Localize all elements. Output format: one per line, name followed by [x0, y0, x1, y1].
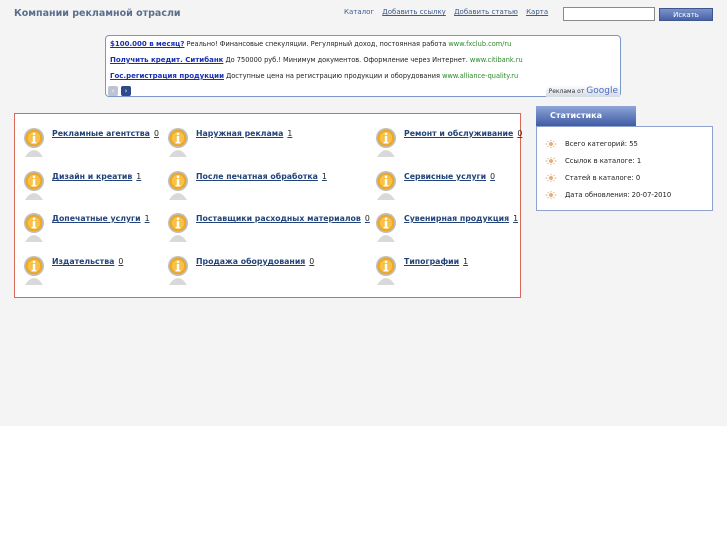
info-icon: [375, 212, 397, 242]
category-label[interactable]: Наружная реклама: [196, 129, 283, 138]
ad-title-link[interactable]: Гос.регистрация продукции: [110, 72, 224, 80]
sun-bullet-icon: [545, 191, 557, 199]
category-label[interactable]: Поставщики расходных материалов: [196, 214, 361, 223]
category-link[interactable]: Рекламные агентства 0: [52, 129, 159, 138]
category-link[interactable]: Сервисные услуги 0: [404, 172, 495, 181]
ad-text: До 750000 руб.! Минимум документов. Офор…: [223, 56, 470, 64]
category-link[interactable]: Сувенирная продукция 1: [404, 214, 518, 223]
info-icon: [167, 255, 189, 285]
stat-text: Ссылок в каталоге: 1: [565, 157, 642, 165]
category-link[interactable]: Наружная реклама 1: [196, 129, 292, 138]
stat-text: Дата обновления: 20-07-2010: [565, 191, 672, 199]
site-title[interactable]: Компании рекламной отрасли: [14, 8, 181, 19]
category-link[interactable]: Издательства 0: [52, 257, 123, 266]
stats-title-tab: Статистика: [536, 106, 636, 126]
category-label[interactable]: Рекламные агентства: [52, 129, 150, 138]
ad-text: Реально! Финансовые спекуляции. Регулярн…: [184, 40, 449, 48]
ad-url-link[interactable]: www.citibank.ru: [470, 56, 523, 64]
info-icon: [167, 127, 189, 157]
sun-bullet-icon: [545, 174, 557, 182]
stat-text: Статей в каталоге: 0: [565, 174, 641, 182]
category-count: 1: [287, 129, 293, 138]
category-link[interactable]: Поставщики расходных материалов 0: [196, 214, 370, 223]
info-icon: [23, 127, 45, 157]
sun-bullet-icon: [545, 140, 557, 148]
category-link[interactable]: Типографии 1: [404, 257, 468, 266]
category-label[interactable]: Допечатные услуги: [52, 214, 141, 223]
info-icon: [23, 212, 45, 242]
category-count: 0: [153, 129, 159, 138]
category-label[interactable]: Продажа оборудования: [196, 257, 305, 266]
ad-prev-arrow-icon[interactable]: ‹: [108, 86, 118, 96]
ad-url-link[interactable]: www.fxclub.com/ru: [448, 40, 511, 48]
info-icon: [375, 127, 397, 157]
stat-row: Статей в каталоге: 0: [545, 174, 640, 182]
category-link[interactable]: Допечатные услуги 1: [52, 214, 150, 223]
ad-block: $100.000 в месяц? Реально! Финансовые сп…: [105, 35, 621, 97]
info-icon: [23, 170, 45, 200]
stat-row: Ссылок в каталоге: 1: [545, 157, 641, 165]
category-link[interactable]: Дизайн и креатив 1: [52, 172, 141, 181]
search-input[interactable]: [563, 7, 655, 21]
ad-item: Получить кредит. Ситибанк До 750000 руб.…: [110, 56, 523, 64]
ad-text: Доступные цена на регистрацию продукции …: [224, 72, 443, 80]
category-count: 1: [136, 172, 142, 181]
info-icon: [375, 255, 397, 285]
category-label[interactable]: Ремонт и обслуживание: [404, 129, 513, 138]
stats-panel: Всего категорий: 55 Ссылок в каталоге: 1 С…: [536, 126, 713, 211]
ad-item: $100.000 в месяц? Реально! Финансовые сп…: [110, 40, 511, 48]
top-navigation: Каталог Добавить ссылку Добавить статью …: [344, 8, 554, 16]
search-button[interactable]: Искать: [659, 8, 713, 21]
category-link[interactable]: После печатная обработка 1: [196, 172, 327, 181]
category-link[interactable]: Ремонт и обслуживание 0: [404, 129, 522, 138]
category-count: 1: [144, 214, 150, 223]
google-brand: Google: [586, 86, 618, 96]
category-label[interactable]: Дизайн и креатив: [52, 172, 132, 181]
ad-item: Гос.регистрация продукции Доступные цена…: [110, 72, 518, 80]
stat-row: Дата обновления: 20-07-2010: [545, 191, 671, 199]
ad-title-link[interactable]: $100.000 в месяц?: [110, 40, 184, 48]
nav-map-link[interactable]: Карта: [526, 8, 548, 16]
info-icon: [23, 255, 45, 285]
sun-bullet-icon: [545, 157, 557, 165]
category-link[interactable]: Продажа оборудования 0: [196, 257, 314, 266]
category-count: 0: [364, 214, 370, 223]
category-grid: Рекламные агентства 0 Наружная реклама 1 Рем…: [14, 113, 522, 298]
category-label[interactable]: Сувенирная продукция: [404, 214, 509, 223]
category-count: 0: [490, 172, 496, 181]
nav-add-link-link[interactable]: Добавить ссылку: [382, 8, 446, 16]
category-count: 0: [517, 129, 523, 138]
info-icon: [167, 170, 189, 200]
ads-by-google-prefix: Реклама от: [548, 88, 587, 95]
nav-add-article-link[interactable]: Добавить статью: [454, 8, 518, 16]
category-count: 1: [321, 172, 327, 181]
category-count: 1: [463, 257, 469, 266]
ad-title-link[interactable]: Получить кредит. Ситибанк: [110, 56, 223, 64]
nav-catalog-link[interactable]: Каталог: [344, 8, 374, 16]
category-count: 0: [118, 257, 124, 266]
ad-next-arrow-icon[interactable]: ›: [121, 86, 131, 96]
info-icon: [375, 170, 397, 200]
ad-url-link[interactable]: www.alliance-quality.ru: [442, 72, 518, 80]
stat-text: Всего категорий: 55: [565, 140, 638, 148]
category-count: 1: [513, 214, 519, 223]
stat-row: Всего категорий: 55: [545, 140, 638, 148]
category-label[interactable]: Сервисные услуги: [404, 172, 486, 181]
category-label[interactable]: Издательства: [52, 257, 114, 266]
category-count: 0: [309, 257, 315, 266]
ads-by-google-link[interactable]: Реклама от Google: [546, 85, 620, 97]
category-label[interactable]: Типографии: [404, 257, 459, 266]
category-label[interactable]: После печатная обработка: [196, 172, 318, 181]
info-icon: [167, 212, 189, 242]
